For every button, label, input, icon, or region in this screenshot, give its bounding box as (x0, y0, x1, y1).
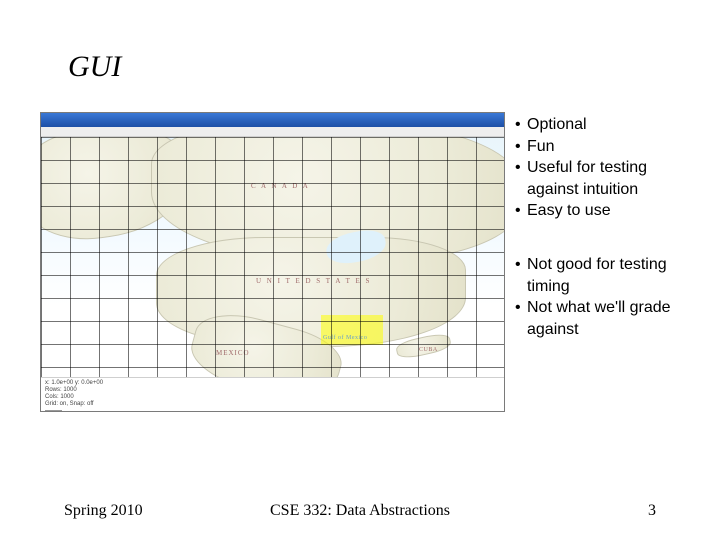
bullet-dot-icon: • (515, 157, 527, 179)
bullet-item: •Fun (515, 136, 680, 158)
map-label-usa: U N I T E D S T A T E S (256, 277, 371, 285)
slide-footer: Spring 2010 CSE 332: Data Abstractions 3 (0, 502, 720, 520)
bullet-text: Not good for testing timing (527, 254, 680, 297)
status-line-1: x: 1.0e+00 y: 0.0e+00 (45, 380, 500, 387)
map-label-gulf: Gulf of Mexico (323, 335, 367, 341)
slide: GUI C A N A D A U N I T E D S T A T E S … (0, 0, 720, 540)
bullet-dot-icon: • (515, 136, 527, 158)
bullet-item: •Useful for testing against intuition (515, 157, 680, 200)
bullet-dot-icon: • (515, 297, 527, 319)
bullet-text: Fun (527, 136, 680, 158)
status-line-2: Rows: 1000 (45, 387, 500, 394)
window-toolbar (41, 127, 504, 137)
status-line-4: Grid: on, Snap: off (45, 401, 500, 408)
bullets-pro: •Optional •Fun •Useful for testing again… (515, 114, 680, 222)
bullets-column: •Optional •Fun •Useful for testing again… (515, 112, 680, 372)
map-label-canada: C A N A D A (251, 182, 310, 190)
bullets-con: •Not good for testing timing •Not what w… (515, 254, 680, 340)
bullet-item: •Easy to use (515, 200, 680, 222)
map-label-cuba: CUBA (419, 347, 438, 353)
map-statusbar: x: 1.0e+00 y: 0.0e+00 Rows: 1000 Cols: 1… (41, 377, 504, 411)
window-titlebar (41, 113, 504, 127)
bullet-text: Not what we'll grade against (527, 297, 680, 340)
bullet-item: •Optional (515, 114, 680, 136)
bullet-dot-icon: • (515, 254, 527, 276)
content-row: C A N A D A U N I T E D S T A T E S MEXI… (40, 112, 680, 412)
bullet-item: •Not good for testing timing (515, 254, 680, 297)
status-line-3: Cols: 1000 (45, 394, 500, 401)
bullet-text: Optional (527, 114, 680, 136)
bullet-text: Easy to use (527, 200, 680, 222)
map-canvas: C A N A D A U N I T E D S T A T E S MEXI… (41, 137, 504, 377)
bullet-dot-icon: • (515, 200, 527, 222)
slide-title: GUI (40, 50, 680, 84)
bullet-dot-icon: • (515, 114, 527, 136)
map-label-mexico: MEXICO (216, 349, 250, 357)
map-screenshot: C A N A D A U N I T E D S T A T E S MEXI… (40, 112, 505, 412)
status-ok-button[interactable]: OK (45, 410, 62, 412)
bullet-item: •Not what we'll grade against (515, 297, 680, 340)
bullet-text: Useful for testing against intuition (527, 157, 680, 200)
footer-center: CSE 332: Data Abstractions (0, 502, 720, 520)
